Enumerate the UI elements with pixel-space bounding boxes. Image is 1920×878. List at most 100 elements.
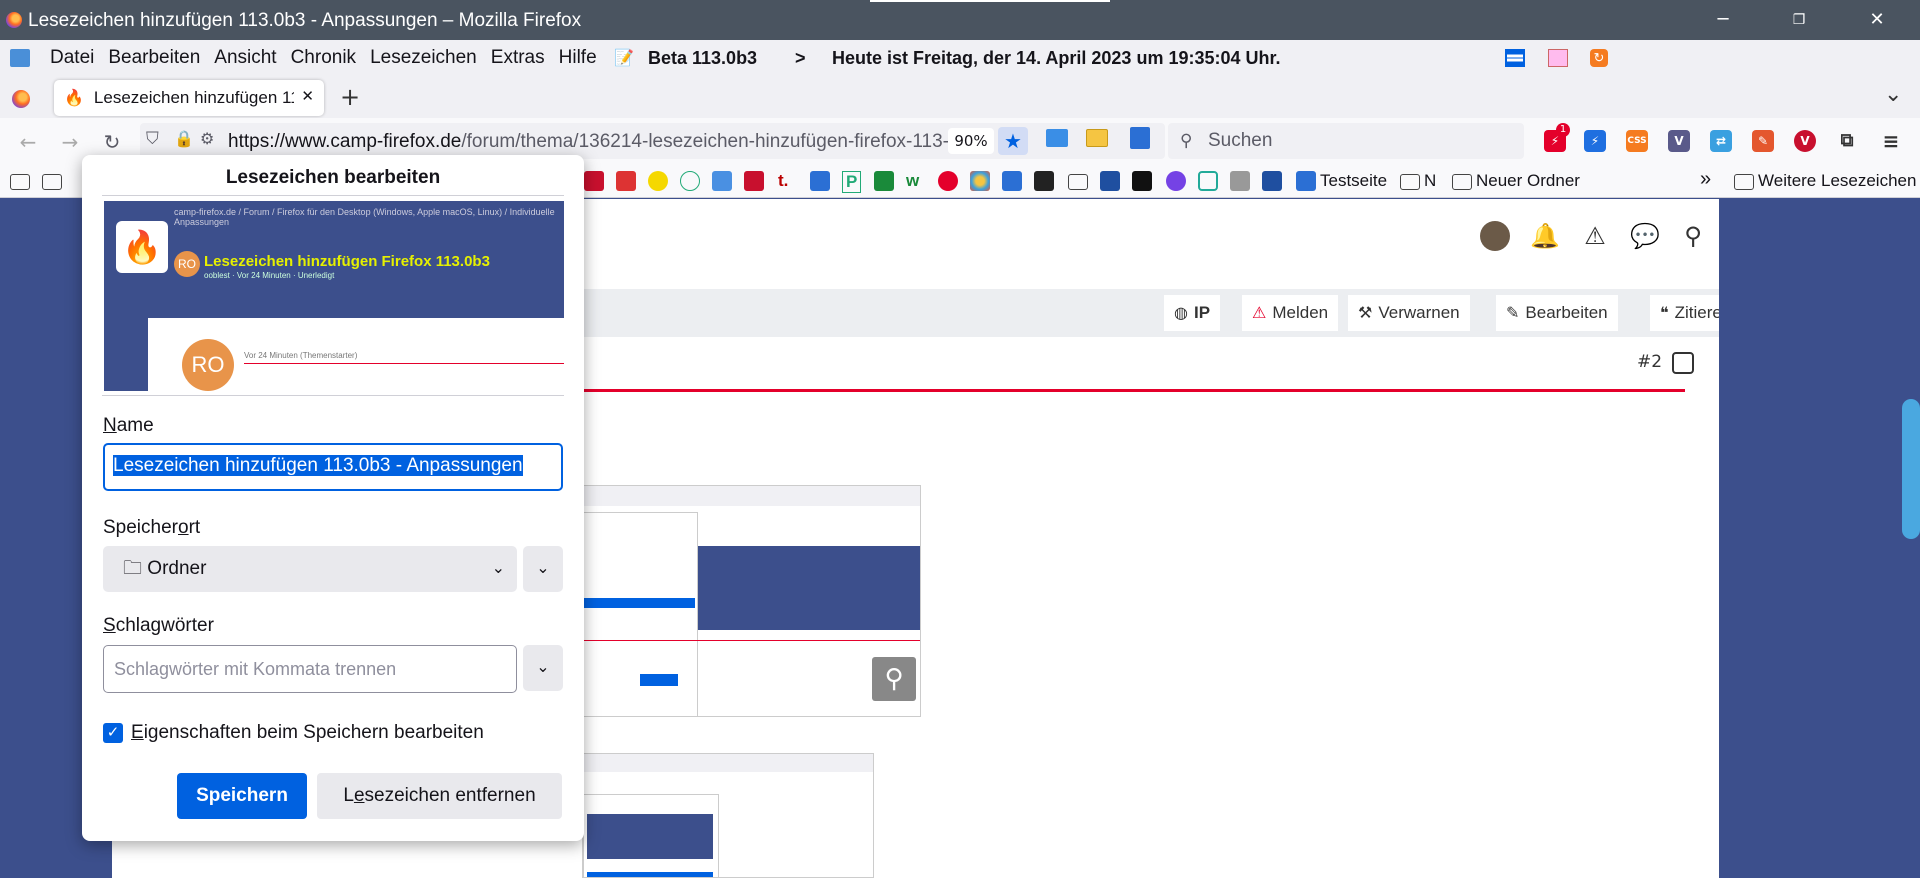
warn-label: Verwarnen (1378, 303, 1460, 322)
attachment-thumbnail[interactable] (579, 485, 921, 717)
folder-tree-toggle[interactable]: ⌄ (523, 546, 563, 592)
forward-arrow-icon[interactable]: → (56, 128, 84, 156)
edit-button[interactable]: ✎ Bearbeiten (1496, 295, 1618, 331)
menu-bearbeiten[interactable]: Bearbeiten (108, 47, 200, 69)
bookmark-folder-icon[interactable] (42, 174, 62, 190)
restore-button[interactable]: ❐ (1784, 6, 1814, 34)
ext-v-icon[interactable]: V (1668, 130, 1690, 152)
bookmark-w-icon[interactable]: w (906, 171, 919, 191)
search-placeholder: Suchen (1208, 130, 1273, 151)
flame-bookmark-icon[interactable] (938, 171, 958, 191)
bookmark-favicon[interactable] (874, 171, 894, 191)
warning-icon[interactable]: ⚠ (1580, 221, 1610, 251)
bookmark-favicon[interactable] (1262, 171, 1282, 191)
report-button[interactable]: ⚠ Melden (1242, 295, 1339, 331)
refresh-ext-icon[interactable]: ↻ (1590, 49, 1608, 67)
tags-dropdown-toggle[interactable]: ⌄ (523, 645, 563, 691)
zoom-indicator[interactable]: 90% (948, 128, 994, 154)
post-number[interactable]: #2 (1637, 352, 1662, 372)
page-scrollbar[interactable] (1719, 199, 1920, 878)
firefox-view-icon[interactable] (12, 90, 30, 108)
app-menu-icon[interactable] (10, 49, 30, 67)
preview-title: Lesezeichen hinzufügen Firefox 113.0b3 (204, 253, 490, 270)
user-avatar[interactable] (1480, 221, 1510, 251)
menu-extras[interactable]: Extras (491, 47, 545, 69)
gavel-icon: ⚒ (1358, 305, 1373, 322)
search-icon[interactable]: ⚲ (1678, 221, 1708, 251)
scrollbar-thumb[interactable] (1902, 399, 1920, 539)
bookmark-neuer-ordner[interactable]: Neuer Ordner (1476, 171, 1580, 191)
url-text[interactable]: https://www.camp-firefox.de/forum/thema/… (228, 131, 948, 153)
remove-bookmark-button[interactable]: Lesezeichen entfernen (317, 773, 562, 819)
back-arrow-icon[interactable]: ← (14, 128, 42, 156)
ip-button[interactable]: ◍ IP (1164, 295, 1221, 331)
minimize-button[interactable]: ─ (1708, 6, 1738, 34)
search-input[interactable]: ⚲ Suchen (1168, 123, 1524, 159)
bookmark-favicon[interactable] (1132, 171, 1152, 191)
folder-open-icon[interactable] (1086, 129, 1108, 147)
post-select-checkbox[interactable] (1672, 352, 1694, 374)
ext-sync-icon[interactable]: ⇄ (1710, 130, 1732, 152)
bookmark-favicon[interactable] (616, 171, 636, 191)
sidebar-icon[interactable] (1505, 49, 1525, 67)
new-tab-button[interactable]: + (340, 83, 360, 111)
menu-chronik[interactable]: Chronik (291, 47, 356, 69)
bookmark-favicon[interactable] (744, 171, 764, 191)
bookmark-favicon[interactable] (810, 171, 830, 191)
bookmark-favicon[interactable] (970, 171, 990, 191)
bookmark-testseite[interactable]: Testseite (1320, 171, 1387, 191)
bookmark-star-icon[interactable]: ★ (998, 127, 1028, 155)
url-bar[interactable]: ⛉ 🔒 ⚙ https://www.camp-firefox.de/forum/… (140, 123, 1165, 159)
bookmark-folder-icon[interactable] (10, 174, 30, 190)
bookmark-t-icon[interactable]: t. (778, 171, 788, 191)
bookmarks-overflow-icon[interactable]: » (1700, 168, 1711, 191)
bookmark-favicon[interactable] (680, 171, 700, 191)
ext-vivaldi-icon[interactable]: V (1794, 130, 1816, 152)
menu-datei[interactable]: Datei (50, 47, 94, 69)
folder-blue-icon[interactable] (1046, 129, 1068, 147)
ext-edit-icon[interactable]: ✎ (1752, 130, 1774, 152)
bookmark-favicon[interactable] (712, 171, 732, 191)
close-window-button[interactable]: ✕ (1862, 6, 1892, 34)
lock-icon[interactable]: 🔒 (174, 129, 194, 148)
location-select[interactable]: 🗀 Ordner ⌄ (103, 546, 517, 592)
ext-css-icon[interactable]: CSS (1626, 130, 1648, 152)
bookmark-favicon[interactable] (584, 171, 604, 191)
bell-icon[interactable]: 🔔 (1530, 221, 1560, 251)
calendar-icon[interactable] (1548, 49, 1568, 67)
zoom-image-button[interactable]: ⚲ (872, 657, 916, 701)
tab-close-icon[interactable]: ✕ (301, 87, 314, 105)
bookmark-favicon[interactable] (1002, 171, 1022, 191)
reload-icon[interactable]: ↻ (98, 128, 126, 156)
chat-icon[interactable]: 💬 (1630, 221, 1660, 251)
tab-active[interactable]: 🔥 Lesezeichen hinzufügen 113.0b3 - Anpas… (54, 80, 324, 116)
bookmark-folder-n[interactable]: N (1424, 171, 1436, 191)
bookmark-favicon[interactable] (1100, 171, 1120, 191)
bookmark-weitere[interactable]: Weitere Lesezeichen (1758, 171, 1916, 191)
bookmark-favicon[interactable] (1034, 171, 1054, 191)
bookmark-favicon[interactable] (1230, 171, 1250, 191)
bookmark-favicon[interactable] (648, 171, 668, 191)
tags-input[interactable]: Schlagwörter mit Kommata trennen (103, 645, 517, 693)
list-all-tabs-icon[interactable]: ⌄ (1884, 82, 1902, 107)
bookmark-favicon[interactable] (1166, 171, 1186, 191)
bookmark-p-icon[interactable]: P (842, 171, 862, 193)
edit-on-save-checkbox[interactable]: ✓ (103, 723, 123, 743)
hamburger-menu-icon[interactable]: ≡ (1880, 130, 1902, 152)
warning-icon: ⚠ (1252, 305, 1267, 322)
clipboard-icon[interactable] (1130, 127, 1150, 149)
extensions-icon[interactable]: ⧉ (1836, 130, 1858, 152)
save-button[interactable]: Speichern (177, 773, 307, 819)
bookmark-folder-icon[interactable] (1068, 174, 1088, 190)
edit-on-save-label[interactable]: Eigenschaften beim Speichern bearbeiten (131, 722, 484, 744)
attachment-thumbnail[interactable] (582, 753, 874, 878)
warn-button[interactable]: ⚒ Verwarnen (1348, 295, 1470, 331)
permissions-icon[interactable]: ⚙ (200, 129, 214, 148)
menu-hilfe[interactable]: Hilfe (559, 47, 597, 69)
menu-ansicht[interactable]: Ansicht (214, 47, 276, 69)
menu-lesezeichen[interactable]: Lesezeichen (370, 47, 477, 69)
ext-blue-icon[interactable]: ⚡ (1584, 130, 1606, 152)
bookmark-favicon[interactable] (1198, 171, 1218, 191)
shield-icon[interactable]: ⛉ (146, 129, 159, 149)
name-field[interactable]: Lesezeichen hinzufügen 113.0b3 - Anpassu… (103, 443, 563, 491)
